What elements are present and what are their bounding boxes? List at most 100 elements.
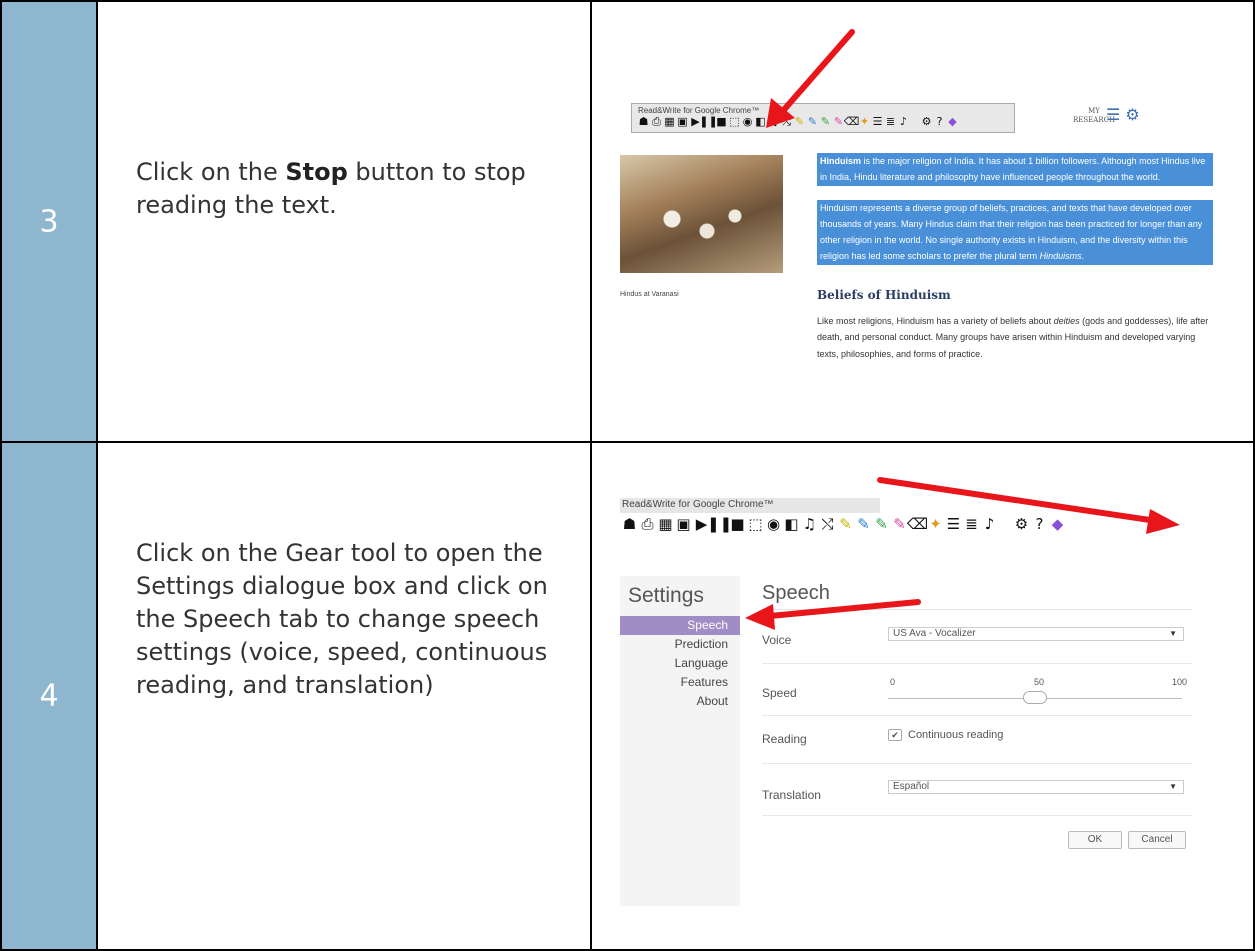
tab-language[interactable]: Language <box>620 654 740 673</box>
audio-maker-icon[interactable]: ♫ <box>802 516 817 532</box>
premium-icon[interactable]: ◆ <box>1050 516 1065 532</box>
screenshot-settings: Read&Write for Google Chrome™ ☗ ⎙ ▦ ▣ ▶ ❚❚ ■ ⬚ ◉… <box>620 498 1240 938</box>
settings-dialog: Settings Speech Prediction Language Feature… <box>620 576 1240 906</box>
pause-icon[interactable]: ❚❚ <box>699 115 717 127</box>
picture-dictionary-icon[interactable]: ▦ <box>664 115 675 127</box>
readwrite-toolbar: Read&Write for Google Chrome™ ☗ ⎙ ▦ ▣ ▶ ❚❚ ■ ⬚ ◉… <box>631 103 1015 133</box>
translation-value: Español <box>893 781 930 792</box>
para-bold: Hinduism <box>820 156 862 166</box>
section-heading: Beliefs of Hinduism <box>817 287 951 302</box>
translation-label: Translation <box>762 788 821 802</box>
clear-highlights-icon[interactable]: ⌫ <box>844 115 860 127</box>
paragraph-text: is the major religion of India. It has a… <box>820 156 1206 183</box>
highlighter-yellow-icon[interactable]: ✎ <box>794 115 805 127</box>
talk-and-type-icon[interactable]: ◉ <box>742 115 753 127</box>
instruction-text: Click on the Stop button to stop reading… <box>136 156 566 222</box>
speaker-icon[interactable]: ☗ <box>638 115 649 127</box>
tab-about[interactable]: About <box>620 692 740 711</box>
voice-note-icon[interactable]: ♪ <box>898 115 909 127</box>
highlighter-pink-icon[interactable]: ✎ <box>892 516 907 532</box>
premium-icon[interactable]: ◆ <box>947 115 958 127</box>
screen-mask-icon[interactable]: ⬚ <box>729 115 740 127</box>
paragraph-italic: Hinduisms <box>1039 251 1082 262</box>
pause-icon[interactable]: ❚❚ <box>707 516 732 532</box>
simplify-page-icon[interactable]: ≣ <box>964 516 979 532</box>
screenshot-reading: Read&Write for Google Chrome™ ☗ ⎙ ▦ ▣ ▶ ❚❚ ■ ⬚ ◉… <box>620 103 1231 433</box>
audio-maker-icon[interactable]: ♫ <box>768 115 779 127</box>
screenshot-reader-icon[interactable]: ▣ <box>676 516 691 532</box>
section-body: Like most religions, Hinduism has a vari… <box>817 313 1213 362</box>
speed-label: Speed <box>762 686 797 700</box>
screen-mask-icon[interactable]: ⬚ <box>748 516 763 532</box>
voice-select[interactable]: US Ava - Vocalizer ▼ <box>888 627 1184 641</box>
web-search-icon[interactable]: ⤭ <box>781 115 792 127</box>
highlighted-paragraph: Hinduism represents a diverse group of b… <box>817 199 1213 265</box>
help-icon[interactable]: ? <box>1032 516 1047 532</box>
body-italic: deities <box>1053 316 1080 327</box>
screenshot-reader-icon[interactable]: ▣ <box>677 115 688 127</box>
chevron-down-icon: ▼ <box>1169 629 1177 638</box>
highlighter-green-icon[interactable]: ✎ <box>874 516 889 532</box>
toolbar-icons: ☗ ⎙ ▦ ▣ ▶ ❚❚ ■ ⬚ ◉ ◧ ♫ ⤭ ✎ ✎ ✎ ✎ ⌫ ✦ ☰ ≣ ♪ ⚙? ◆ <box>622 516 1065 532</box>
voice-label: Voice <box>762 633 792 647</box>
picture-dictionary-icon[interactable]: ▦ <box>658 516 673 532</box>
speed-slider-handle[interactable] <box>1023 691 1047 704</box>
dictionary-icon[interactable]: ⎙ <box>640 516 655 532</box>
photo-caption: Hindus at Varanasi <box>620 291 679 298</box>
dictionary-icon[interactable]: ⎙ <box>651 115 662 127</box>
highlighter-green-icon[interactable]: ✎ <box>820 115 831 127</box>
highlighter-yellow-icon[interactable]: ✎ <box>838 516 853 532</box>
speech-panel: Speech Voice US Ava - Vocalizer ▼ Speed 0… <box>762 576 1192 906</box>
simplify-page-icon[interactable]: ≣ <box>885 115 896 127</box>
cancel-button[interactable]: Cancel <box>1128 831 1186 849</box>
instruction-cell: Click on the Gear tool to open the Setti… <box>96 443 592 951</box>
highlighted-paragraph: Hinduism is the major religion of India.… <box>817 153 1213 186</box>
settings-gear-icon[interactable]: ⚙ <box>1014 516 1029 532</box>
voice-row: Voice US Ava - Vocalizer ▼ <box>762 616 1192 664</box>
highlighter-blue-icon[interactable]: ✎ <box>807 115 818 127</box>
vocabulary-list-icon[interactable]: ☰ <box>946 516 961 532</box>
translator-icon[interactable]: ◧ <box>755 115 766 127</box>
instruction-text: Click on the Gear tool to open the Setti… <box>136 539 548 699</box>
ok-button[interactable]: OK <box>1068 831 1122 849</box>
highlighter-blue-icon[interactable]: ✎ <box>856 516 871 532</box>
tab-prediction[interactable]: Prediction <box>620 635 740 654</box>
reading-label: Reading <box>762 732 807 746</box>
step-number: 3 <box>39 204 59 239</box>
speaker-icon[interactable]: ☗ <box>622 516 637 532</box>
translation-select[interactable]: Español ▼ <box>888 780 1184 794</box>
stop-icon[interactable]: ■ <box>716 115 727 127</box>
voice-value: US Ava - Vocalizer <box>893 628 976 639</box>
tab-speech[interactable]: Speech <box>620 616 740 635</box>
clear-highlights-icon[interactable]: ⌫ <box>907 516 928 532</box>
collect-highlights-icon[interactable]: ✦ <box>928 516 943 532</box>
talk-and-type-icon[interactable]: ◉ <box>766 516 781 532</box>
toolbar-title: Read&Write for Google Chrome™ <box>622 499 774 510</box>
instruction-part: Click on the <box>136 158 286 186</box>
vocabulary-list-icon[interactable]: ☰ <box>872 115 883 127</box>
settings-title: Settings <box>628 584 704 607</box>
web-search-icon[interactable]: ⤭ <box>820 516 835 532</box>
voice-note-icon[interactable]: ♪ <box>982 516 997 532</box>
settings-sidebar: Settings Speech Prediction Language Feature… <box>620 576 740 906</box>
varanasi-photo <box>620 155 783 273</box>
help-icon[interactable]: ? <box>934 115 945 127</box>
settings-tabs: Speech Prediction Language Features About <box>620 616 740 711</box>
tab-features[interactable]: Features <box>620 673 740 692</box>
stop-icon[interactable]: ■ <box>730 516 745 532</box>
continuous-reading-label: Continuous reading <box>908 729 1004 741</box>
table-row: 3 Click on the Stop button to stop readi… <box>0 0 1255 443</box>
menu-settings-icons[interactable]: ☰ ⚙ <box>1106 105 1140 124</box>
paragraph-text: Hinduism represents a diverse group of b… <box>820 202 1203 262</box>
body-text: Like most religions, Hinduism has a vari… <box>817 316 1054 327</box>
collect-highlights-icon[interactable]: ✦ <box>859 115 870 127</box>
speed-tick: 50 <box>1034 677 1045 687</box>
settings-gear-icon[interactable]: ⚙ <box>921 115 932 127</box>
speed-tick: 100 <box>1172 677 1188 687</box>
highlighter-pink-icon[interactable]: ✎ <box>833 115 844 127</box>
continuous-reading-checkbox[interactable]: ✔ <box>888 729 902 741</box>
step-number: 4 <box>39 678 59 714</box>
paragraph-text: . <box>1081 251 1085 262</box>
translator-icon[interactable]: ◧ <box>784 516 799 532</box>
panel-title: Speech <box>762 582 1192 610</box>
